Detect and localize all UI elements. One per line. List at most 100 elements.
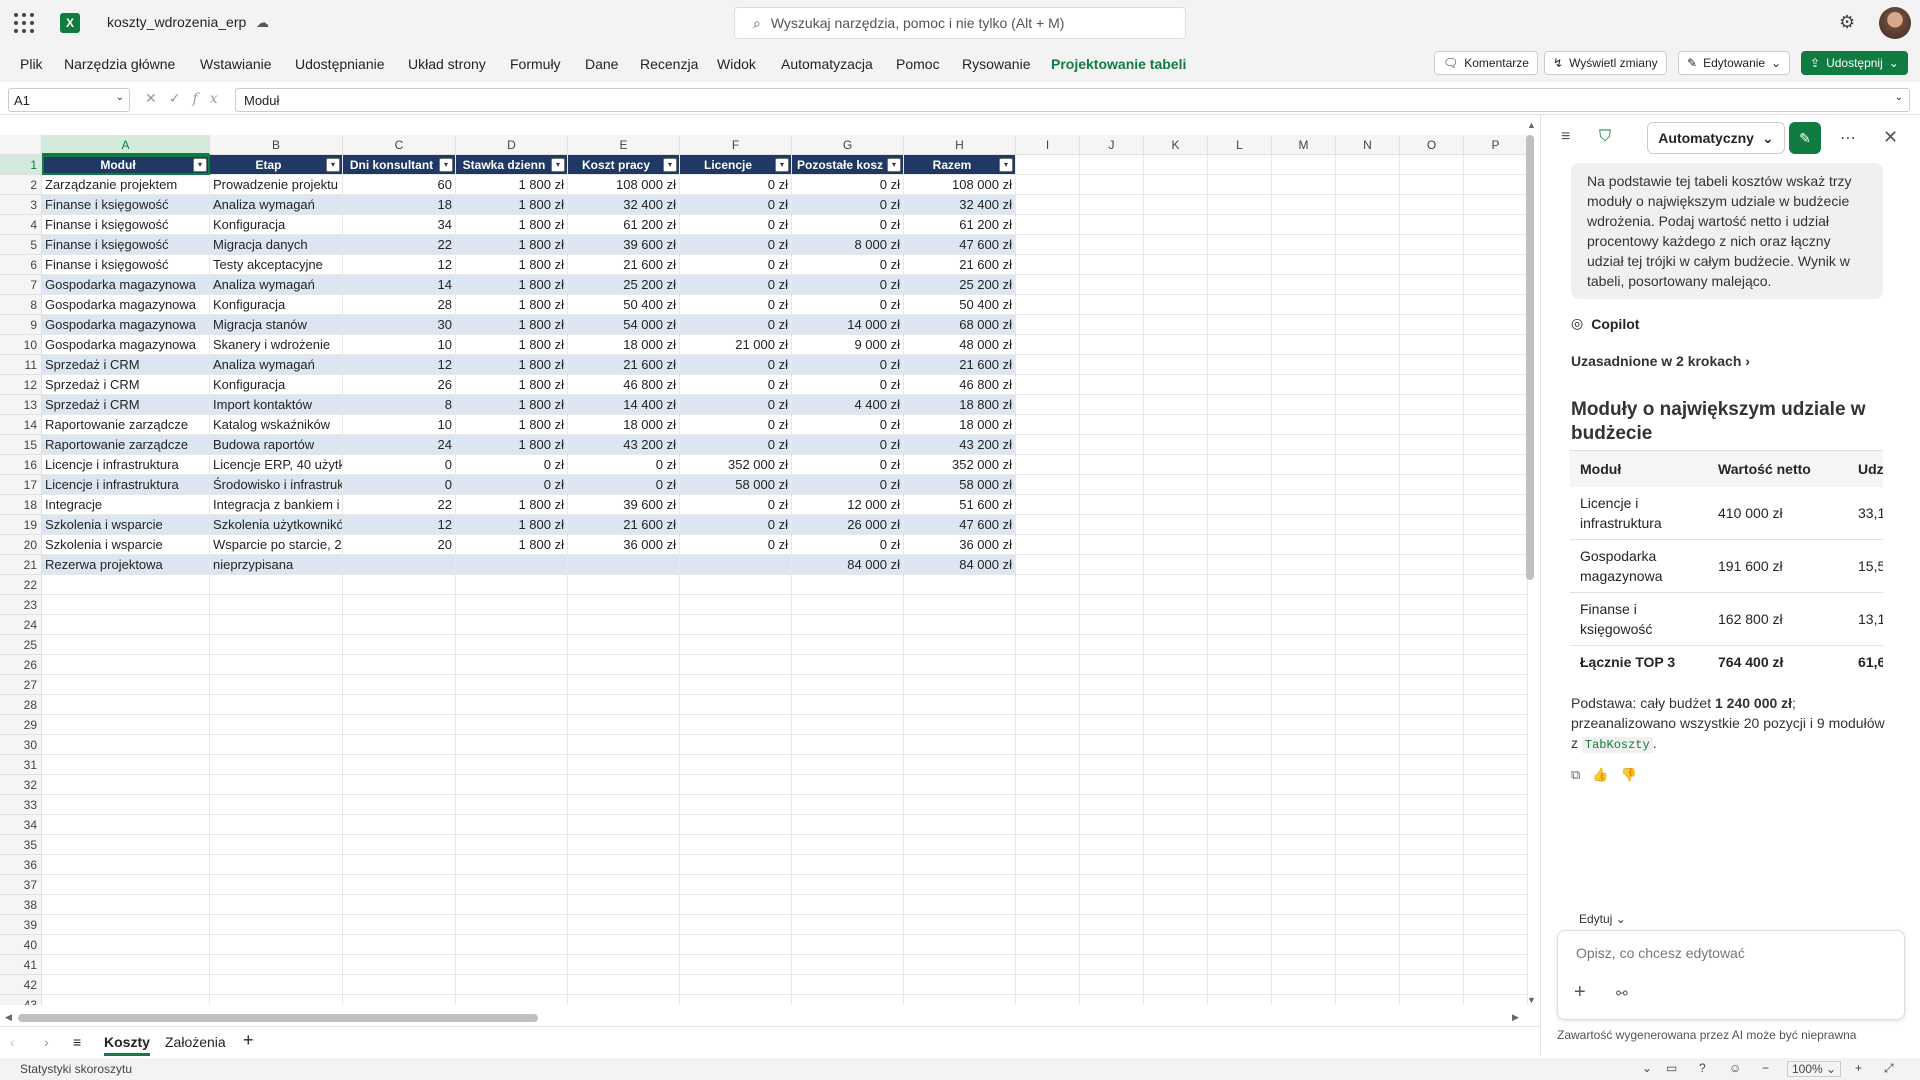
cell[interactable] <box>1208 355 1272 375</box>
cell[interactable] <box>210 715 343 735</box>
cell[interactable] <box>1016 635 1080 655</box>
cell[interactable] <box>1016 175 1080 195</box>
row-header[interactable]: 39 <box>0 915 42 935</box>
cell[interactable] <box>1400 695 1464 715</box>
cell[interactable] <box>792 995 904 1005</box>
row-header[interactable]: 31 <box>0 755 42 775</box>
cell[interactable] <box>1208 155 1272 175</box>
cell[interactable] <box>568 775 680 795</box>
cell[interactable] <box>1208 875 1272 895</box>
cell[interactable] <box>210 975 343 995</box>
table-cell[interactable]: 61 200 zł <box>904 215 1016 235</box>
cell[interactable] <box>210 835 343 855</box>
table-cell[interactable]: Skanery i wdrożenie <box>210 335 343 355</box>
cell[interactable] <box>1336 255 1400 275</box>
cell[interactable] <box>1016 895 1080 915</box>
cell[interactable] <box>1464 395 1528 415</box>
cell[interactable] <box>1144 855 1208 875</box>
cell[interactable] <box>1400 915 1464 935</box>
cell[interactable] <box>1272 155 1336 175</box>
cell[interactable] <box>792 915 904 935</box>
cell[interactable] <box>1336 155 1400 175</box>
row-header[interactable]: 16 <box>0 455 42 475</box>
cell[interactable] <box>792 695 904 715</box>
cell[interactable] <box>1272 535 1336 555</box>
cell[interactable] <box>1144 495 1208 515</box>
row-header[interactable]: 30 <box>0 735 42 755</box>
cell[interactable] <box>1208 275 1272 295</box>
cell[interactable] <box>1464 555 1528 575</box>
cell[interactable] <box>1016 855 1080 875</box>
table-cell[interactable]: Wsparcie po starcie, 2 mi <box>210 535 343 555</box>
table-cell[interactable]: Migracja danych <box>210 235 343 255</box>
cell[interactable] <box>1336 815 1400 835</box>
table-cell[interactable]: 0 zł <box>680 215 792 235</box>
cell[interactable] <box>1144 475 1208 495</box>
table-cell[interactable]: 4 400 zł <box>792 395 904 415</box>
table-cell[interactable]: 48 000 zł <box>904 335 1016 355</box>
cell[interactable] <box>1016 935 1080 955</box>
cell[interactable] <box>1080 335 1144 355</box>
row-header[interactable]: 10 <box>0 335 42 355</box>
cell[interactable] <box>456 995 568 1005</box>
formula-icons[interactable]: ✕✓fx <box>145 90 230 107</box>
cell[interactable] <box>1464 715 1528 735</box>
cell[interactable] <box>1016 415 1080 435</box>
cell[interactable] <box>1080 635 1144 655</box>
row-header[interactable]: 20 <box>0 535 42 555</box>
cell[interactable] <box>1464 595 1528 615</box>
tab-zalozenia[interactable]: Założenia <box>165 1034 226 1050</box>
cell[interactable] <box>1272 495 1336 515</box>
cell[interactable] <box>1080 715 1144 735</box>
zoom-level[interactable]: 100% ⌄ <box>1787 1061 1842 1077</box>
row-header[interactable]: 26 <box>0 655 42 675</box>
cell[interactable] <box>1464 355 1528 375</box>
table-cell[interactable]: Prowadzenie projektu <box>210 175 343 195</box>
cell[interactable] <box>904 895 1016 915</box>
menu-insert[interactable]: Wstawianie <box>200 56 272 72</box>
cell[interactable] <box>210 615 343 635</box>
cell[interactable] <box>792 895 904 915</box>
table-cell[interactable]: 1 800 zł <box>456 195 568 215</box>
cell[interactable] <box>1144 755 1208 775</box>
cell[interactable] <box>42 915 210 935</box>
cell[interactable] <box>1208 975 1272 995</box>
table-cell[interactable]: 61 200 zł <box>568 215 680 235</box>
table-cell[interactable]: Licencje ERP, 40 użytkowr <box>210 455 343 475</box>
cell[interactable] <box>42 735 210 755</box>
cell[interactable] <box>1144 955 1208 975</box>
row-header[interactable]: 34 <box>0 815 42 835</box>
row-header[interactable]: 12 <box>0 375 42 395</box>
table-cell[interactable]: 1 800 zł <box>456 255 568 275</box>
cell[interactable] <box>1336 715 1400 735</box>
cell[interactable] <box>456 895 568 915</box>
row-header[interactable]: 1 <box>0 155 42 175</box>
zoom-out-icon[interactable]: − <box>1762 1061 1769 1075</box>
table-cell[interactable]: 108 000 zł <box>904 175 1016 195</box>
cell[interactable] <box>1272 415 1336 435</box>
table-cell[interactable]: Raportowanie zarządcze <box>42 415 210 435</box>
cell[interactable] <box>343 775 456 795</box>
cell[interactable] <box>1464 575 1528 595</box>
cell[interactable] <box>904 655 1016 675</box>
cell[interactable] <box>42 795 210 815</box>
column-header[interactable]: L <box>1208 135 1272 155</box>
menu-review[interactable]: Recenzja <box>640 56 698 72</box>
cell[interactable] <box>904 795 1016 815</box>
table-cell[interactable]: 0 zł <box>792 455 904 475</box>
table-cell[interactable]: 14 <box>343 275 456 295</box>
cell[interactable] <box>792 855 904 875</box>
cell[interactable] <box>792 935 904 955</box>
cell[interactable] <box>1080 615 1144 635</box>
cell[interactable] <box>1208 915 1272 935</box>
row-header[interactable]: 43 <box>0 995 42 1005</box>
new-chat-button[interactable]: ✎ <box>1789 122 1821 154</box>
cell[interactable] <box>1272 435 1336 455</box>
cell[interactable] <box>1016 515 1080 535</box>
cell[interactable] <box>1336 975 1400 995</box>
cell[interactable] <box>1208 495 1272 515</box>
cell[interactable] <box>1272 315 1336 335</box>
table-cell[interactable]: 0 zł <box>680 315 792 335</box>
cell[interactable] <box>568 995 680 1005</box>
table-cell[interactable]: 10 <box>343 415 456 435</box>
